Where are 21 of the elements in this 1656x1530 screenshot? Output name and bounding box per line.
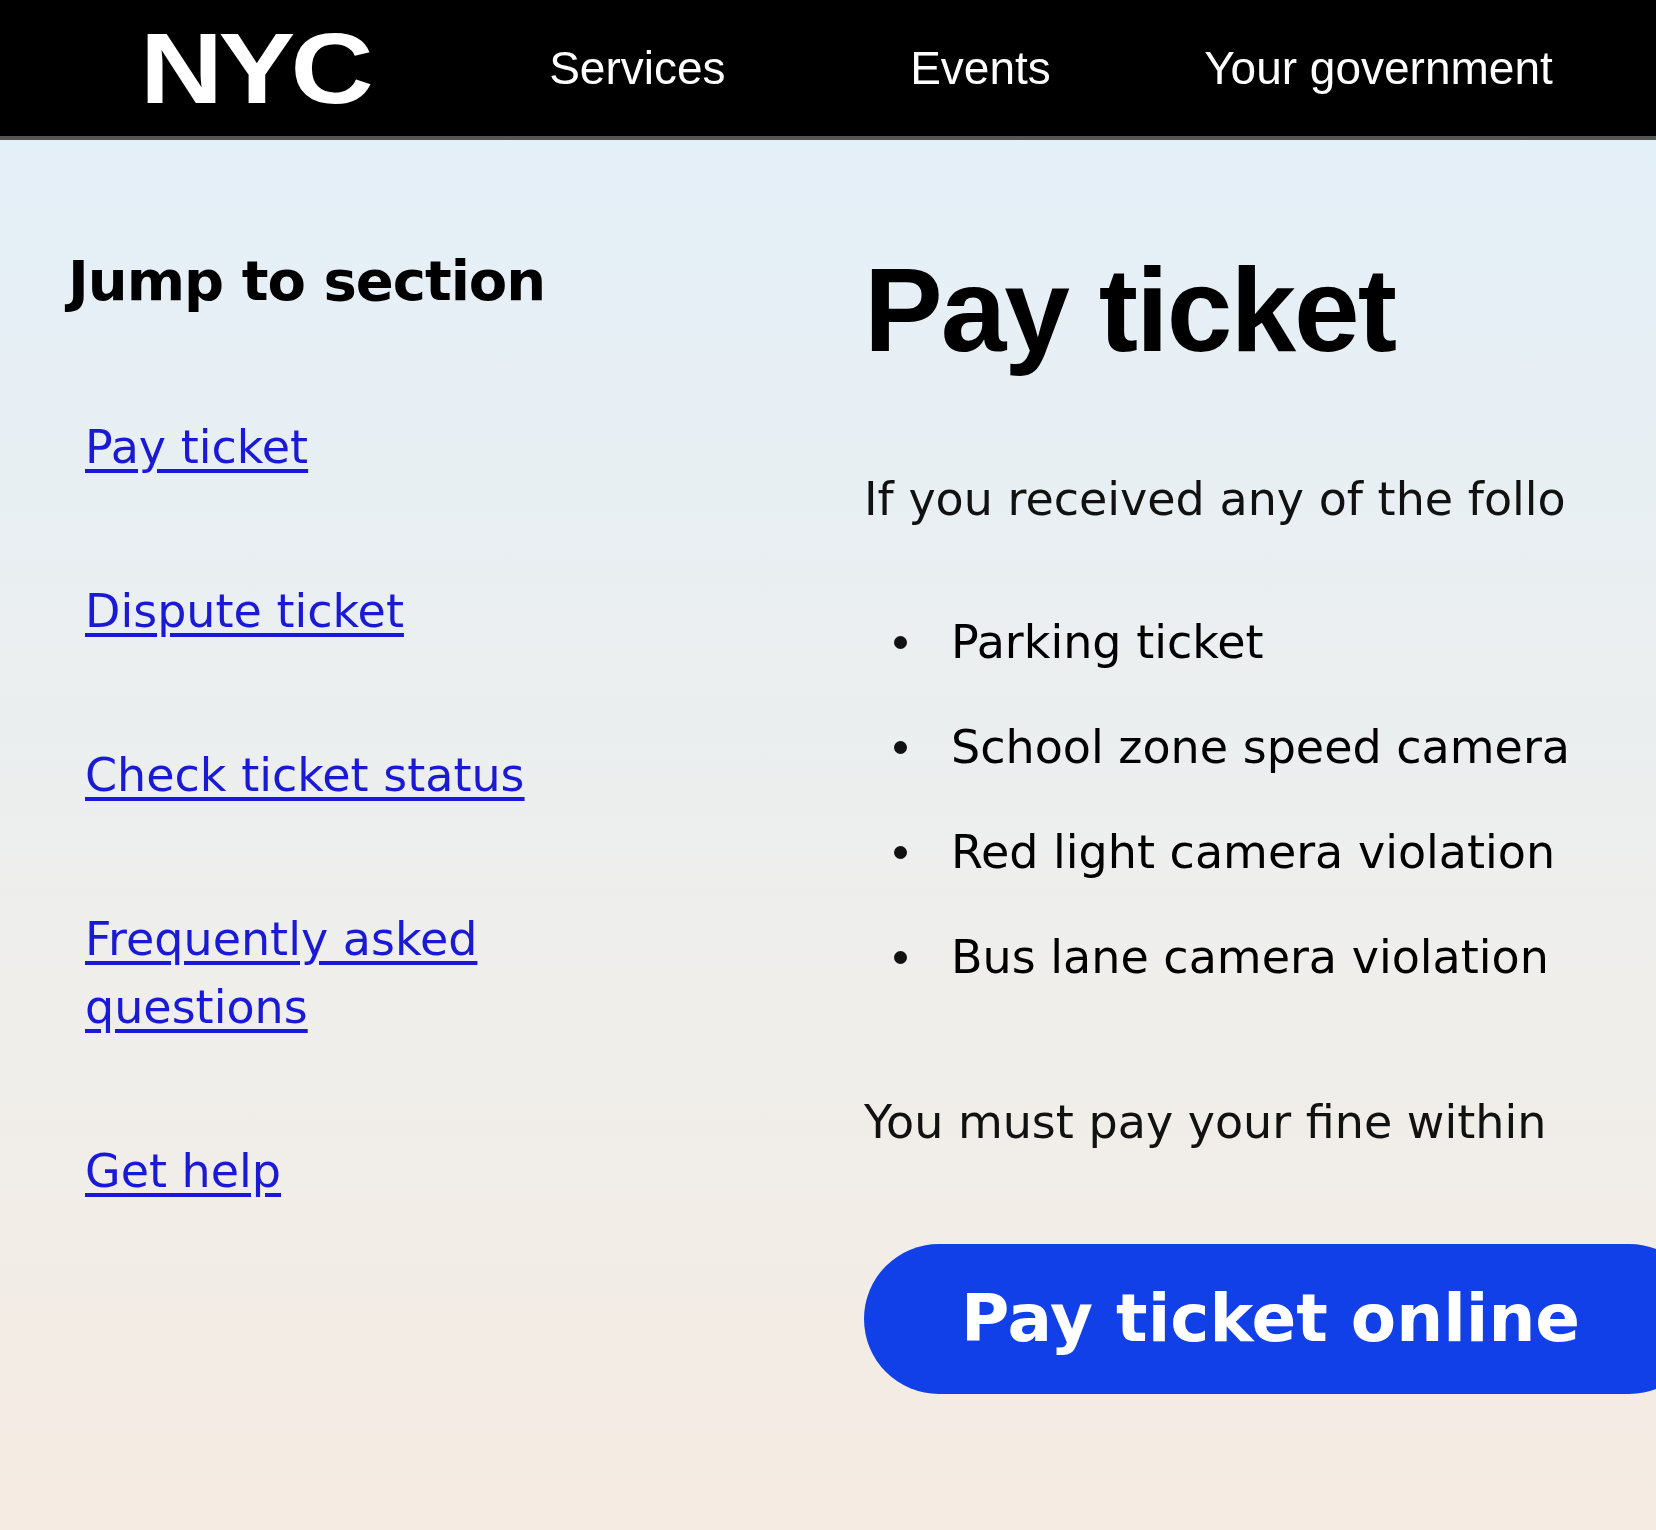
bullet-icon: [894, 950, 907, 964]
bullet-icon: [894, 845, 907, 859]
list-item: School zone speed camera: [951, 720, 1570, 775]
nav-link[interactable]: Events: [910, 41, 1205, 95]
bullet-icon: [894, 635, 907, 649]
nav-link[interactable]: Your government: [1204, 41, 1553, 95]
page-title: Pay ticket: [864, 243, 1397, 378]
list-item: Parking ticket: [951, 615, 1264, 670]
nav-link[interactable]: Services: [549, 41, 911, 95]
pay-online-button[interactable]: Pay ticket online: [864, 1243, 1656, 1394]
list-item: Red light camera violation: [951, 825, 1556, 880]
section-link[interactable]: Frequently asked questions: [85, 905, 565, 1041]
intro-text: If you received any of the follo: [864, 471, 1567, 526]
deadline-text: You must pay your fine within: [864, 1094, 1548, 1149]
section-link[interactable]: Get help: [85, 1137, 282, 1205]
section-link[interactable]: Check ticket status: [85, 741, 525, 809]
nyc-logo[interactable]: NYC: [140, 18, 369, 118]
section-link[interactable]: Pay ticket: [85, 413, 309, 481]
bullet-icon: [894, 740, 907, 754]
list-item: Bus lane camera violation: [951, 930, 1549, 985]
section-link[interactable]: Dispute ticket: [85, 577, 404, 645]
